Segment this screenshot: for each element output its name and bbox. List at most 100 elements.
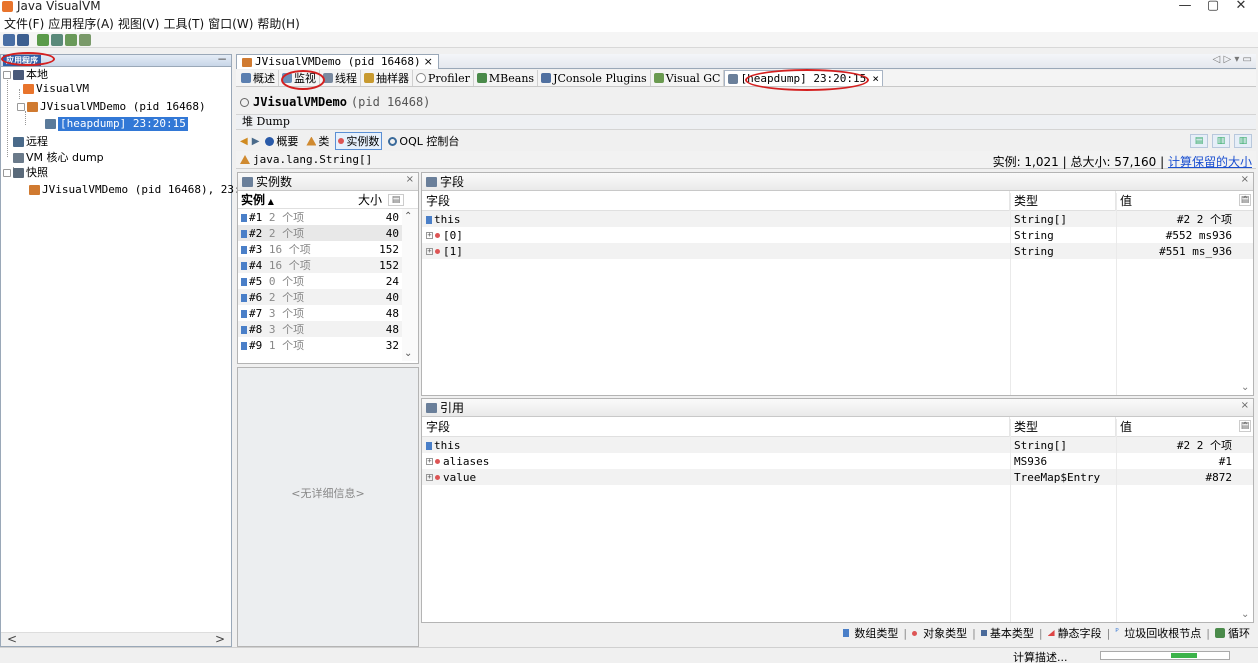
classes-button[interactable]: 类 <box>304 133 331 149</box>
tab-monitor[interactable]: 监视 <box>279 70 320 86</box>
list-item[interactable]: #7 3 个项 48 <box>238 305 418 321</box>
menu-window[interactable]: 窗口(W) <box>208 15 253 32</box>
close-window-button[interactable]: ✕ <box>1231 0 1251 13</box>
list-item[interactable]: #2 2 个项 40 <box>238 225 418 241</box>
page-title: JVisualVMDemo (pid 16468) <box>236 94 430 110</box>
tab-navigation-controls[interactable]: ◁ ▷ ▾ ▭ <box>1213 54 1252 65</box>
add-snapshot-icon[interactable] <box>65 33 77 46</box>
save-icon[interactable] <box>17 33 29 46</box>
scroll-right-icon[interactable]: > <box>215 632 225 646</box>
tab-jconsole-plugins[interactable]: JConsole Plugins <box>538 70 651 86</box>
tab-label: [heapdump] 23:20:15 <box>740 72 867 85</box>
table-row[interactable]: + [0] String #552 ms936 <box>422 227 1253 243</box>
add-remote-host-icon[interactable] <box>51 33 63 46</box>
column-instance[interactable]: 实例 ▲ <box>238 191 358 208</box>
tab-overview[interactable]: 概述 <box>238 70 279 86</box>
tree-node-coredump[interactable]: VM 核心 dump <box>13 151 104 165</box>
instances-button[interactable]: 实例数 <box>335 132 383 150</box>
close-tab-icon[interactable]: × <box>424 55 433 69</box>
column-field[interactable]: 字段 <box>422 416 1010 437</box>
layout-references-icon[interactable]: ▥ <box>1234 134 1252 148</box>
expand-icon[interactable]: + <box>426 458 433 465</box>
table-row[interactable]: + [1] String #551 ms_936 <box>422 243 1253 259</box>
layout-fields-icon[interactable]: ▥ <box>1212 134 1230 148</box>
object-type-icon <box>435 475 440 480</box>
table-row[interactable]: + aliases MS936 #1 <box>422 453 1253 469</box>
column-type[interactable]: 类型 <box>1010 416 1116 437</box>
expand-icon[interactable]: + <box>426 232 433 239</box>
tab-mbeans[interactable]: MBeans <box>474 70 539 86</box>
maximize-button[interactable]: ▢ <box>1203 0 1223 13</box>
oql-console-button[interactable]: OQL 控制台 <box>386 133 461 149</box>
scroll-up-icon[interactable]: ⌃ <box>1241 195 1249 206</box>
tab-visual-gc[interactable]: Visual GC <box>651 70 725 86</box>
expand-icon[interactable]: + <box>426 474 433 481</box>
list-item[interactable]: #1 2 个项 40 <box>238 209 418 225</box>
horizontal-scrollbar[interactable]: < > <box>1 632 231 646</box>
menu-view[interactable]: 视图(V) <box>118 15 160 32</box>
static-field-icon <box>1047 630 1055 636</box>
column-value[interactable]: 值 <box>1116 417 1236 437</box>
compute-retained-size-link[interactable]: 计算保留的大小 <box>1168 155 1252 169</box>
tab-threads[interactable]: 线程 <box>320 70 361 86</box>
tab-profiler[interactable]: Profiler <box>413 70 474 86</box>
list-item[interactable]: #8 3 个项 48 <box>238 321 418 337</box>
column-value[interactable]: 值 <box>1116 191 1236 211</box>
references-table-header: 字段 类型 值 ▤ <box>422 416 1253 437</box>
minimize-button[interactable]: — <box>1175 0 1195 13</box>
menu-tools[interactable]: 工具(T) <box>163 15 204 32</box>
references-scrollbar[interactable]: ⌃ ⌄ <box>1239 419 1253 622</box>
close-tab-icon[interactable]: × <box>872 72 879 85</box>
list-item[interactable]: #6 2 个项 40 <box>238 289 418 305</box>
summary-button[interactable]: 概要 <box>263 133 300 149</box>
column-field[interactable]: 字段 <box>422 190 1010 211</box>
minimize-panel-button[interactable]: − <box>217 52 227 66</box>
table-row[interactable]: this String[] #2 2 个项 <box>422 211 1253 227</box>
column-size[interactable]: 大小 <box>358 191 382 208</box>
instances-scrollbar[interactable]: ⌃ ⌄ <box>402 209 418 361</box>
list-item[interactable]: #3 16 个项 152 <box>238 241 418 257</box>
scroll-down-icon[interactable]: ⌄ <box>404 348 412 359</box>
fields-panel-header: 字段 × <box>422 173 1253 191</box>
doc-tab-jvisualvmdemo[interactable]: JVisualVMDemo (pid 16468) × <box>236 54 439 69</box>
scroll-left-icon[interactable]: < <box>7 632 17 646</box>
tab-heapdump[interactable]: [heapdump] 23:20:15 × <box>724 70 883 86</box>
table-row[interactable]: + value TreeMap$Entry #872 <box>422 469 1253 485</box>
forward-arrow-icon[interactable]: ▶ <box>252 136 260 147</box>
tree-node-snapshot-app[interactable]: JVisualVMDemo (pid 16468), 23:19 <box>29 183 254 197</box>
expand-icon[interactable]: + <box>426 248 433 255</box>
layout-instances-icon[interactable]: ▤ <box>1190 134 1208 148</box>
column-label: 实例 <box>241 193 266 207</box>
open-file-icon[interactable] <box>3 33 15 46</box>
close-panel-icon[interactable]: × <box>1241 174 1249 185</box>
close-panel-icon[interactable]: × <box>406 174 414 185</box>
back-arrow-icon[interactable]: ◀ <box>240 136 248 147</box>
scroll-down-icon[interactable]: ⌄ <box>1241 382 1249 393</box>
heapdump-icon <box>45 119 56 129</box>
list-item[interactable]: #9 1 个项 32 <box>238 337 418 353</box>
scroll-down-icon[interactable]: ⌄ <box>1241 609 1249 620</box>
scroll-up-icon[interactable]: ⌃ <box>1241 421 1249 432</box>
tree-node-remote[interactable]: 远程 <box>13 135 48 149</box>
menu-help[interactable]: 帮助(H) <box>257 15 299 32</box>
fields-scrollbar[interactable]: ⌃ ⌄ <box>1239 193 1253 395</box>
column-type[interactable]: 类型 <box>1010 190 1116 211</box>
tree-node-visualvm[interactable]: VisualVM <box>23 82 89 96</box>
tree-node-heapdump[interactable]: [heapdump] 23:20:15 <box>45 117 188 131</box>
column-chooser-icon[interactable]: ▤ <box>388 193 404 206</box>
tree-node-jvisualvmdemo[interactable]: JVisualVMDemo (pid 16468) <box>17 100 206 114</box>
menu-applications[interactable]: 应用程序(A) <box>48 15 114 32</box>
menu-file[interactable]: 文件(F) <box>4 15 44 32</box>
load-snapshot-icon[interactable] <box>79 33 91 46</box>
table-row[interactable]: this String[] #2 2 个项 <box>422 437 1253 453</box>
list-item[interactable]: #5 0 个项 24 <box>238 273 418 289</box>
applications-tab[interactable]: 应用程序 <box>3 55 41 66</box>
tab-label: 线程 <box>335 72 357 85</box>
add-jmx-connection-icon[interactable] <box>37 33 49 46</box>
tree-node-local[interactable]: 本地 <box>3 68 48 82</box>
tab-sampler[interactable]: 抽样器 <box>361 70 413 86</box>
list-item[interactable]: #4 16 个项 152 <box>238 257 418 273</box>
tree-node-snapshots[interactable]: 快照 <box>3 166 48 180</box>
close-panel-icon[interactable]: × <box>1241 400 1249 411</box>
scroll-up-icon[interactable]: ⌃ <box>404 211 412 222</box>
